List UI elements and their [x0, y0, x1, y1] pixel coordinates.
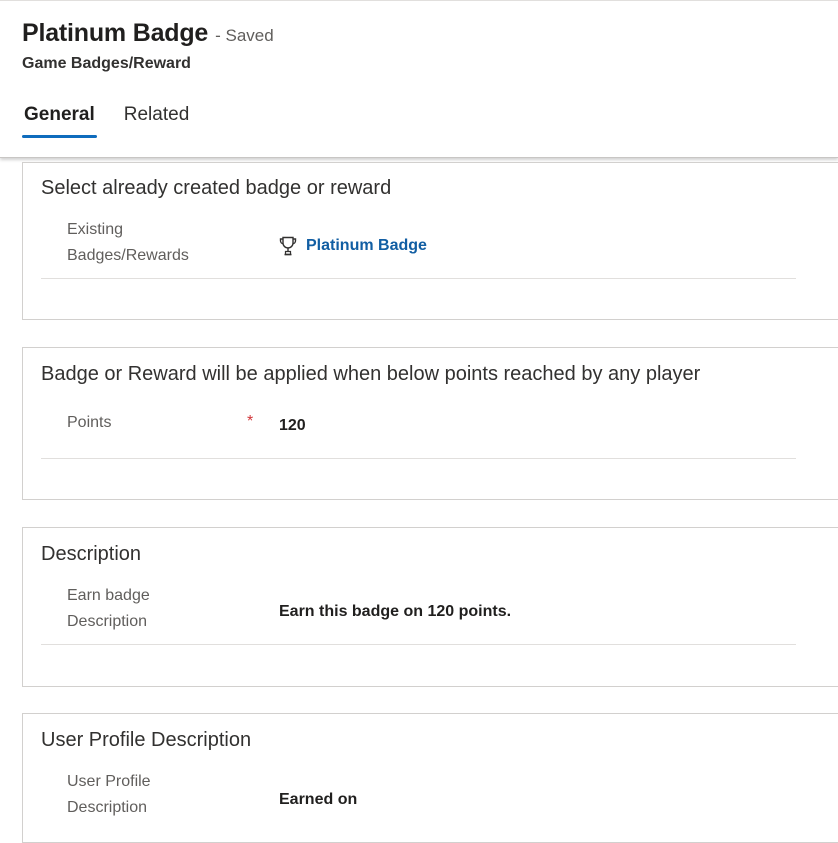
section-title: Badge or Reward will be applied when bel… [41, 363, 701, 385]
section-points: Badge or Reward will be applied when bel… [22, 347, 838, 500]
earn-description-field[interactable]: Earn this badge on 120 points. [279, 603, 511, 621]
field-label-existing: Existing Badges/Rewards [67, 217, 189, 269]
existing-badge-link[interactable]: Platinum Badge [306, 237, 427, 255]
field-divider [41, 278, 796, 279]
field-divider [41, 458, 796, 459]
tab-list: General Related [22, 104, 216, 138]
section-user-profile: User Profile Description User Profile De… [22, 713, 838, 843]
title-row: Platinum Badge - Saved [22, 19, 274, 48]
required-indicator: * [247, 413, 254, 430]
tab-general[interactable]: General [22, 104, 97, 138]
field-label-line: Description [67, 613, 148, 630]
points-field[interactable]: 120 [279, 417, 306, 435]
field-label-points: Points [67, 414, 112, 431]
record-title: Platinum Badge [22, 19, 209, 47]
section-description: Description Earn badge Description Earn … [22, 527, 838, 687]
save-status: - Saved [215, 26, 274, 45]
user-profile-description-field[interactable]: Earned on [279, 791, 357, 809]
field-label-user-profile: User Profile Description [67, 769, 151, 821]
existing-badge-lookup[interactable]: Platinum Badge [279, 236, 427, 256]
section-existing-badge: Select already created badge or reward E… [22, 162, 838, 320]
field-divider [41, 644, 796, 645]
tab-related[interactable]: Related [122, 104, 192, 138]
field-label-line: Existing [67, 221, 124, 238]
trophy-icon [279, 236, 297, 256]
field-label-line: Description [67, 799, 148, 816]
field-label-line: Earn badge [67, 587, 150, 604]
section-title: Select already created badge or reward [41, 177, 392, 199]
field-label-line: User Profile [67, 773, 151, 790]
field-label-earn-description: Earn badge Description [67, 583, 150, 635]
entity-name: Game Badges/Reward [22, 55, 191, 72]
section-title: User Profile Description [41, 729, 252, 751]
form-header: Platinum Badge - Saved Game Badges/Rewar… [0, 0, 838, 158]
field-label-line: Badges/Rewards [67, 247, 189, 264]
section-title: Description [41, 543, 142, 565]
